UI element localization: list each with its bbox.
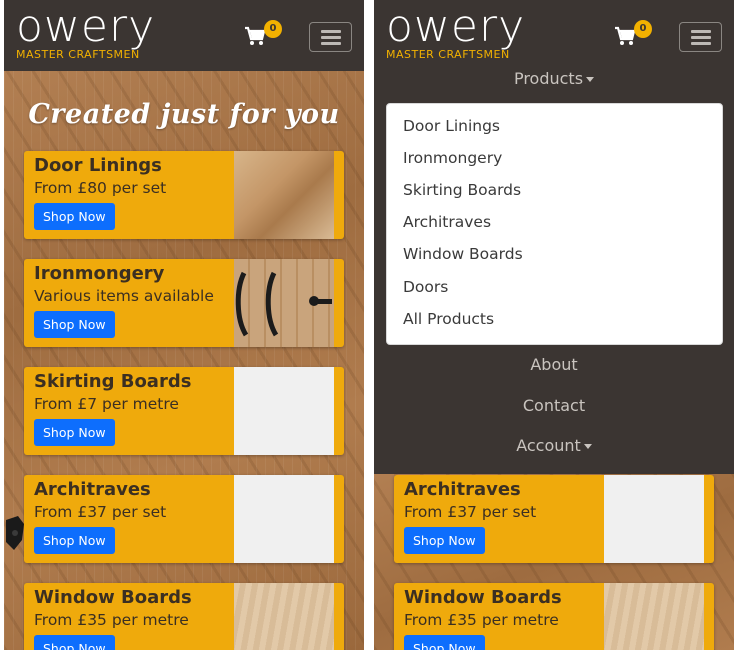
- shop-now-button[interactable]: Shop Now: [34, 527, 115, 554]
- card-subtitle: From £80 per set: [34, 179, 167, 197]
- hamburger-icon: [691, 30, 711, 33]
- product-card-architraves[interactable]: Architraves From £37 per set Shop Now: [24, 475, 344, 563]
- card-subtitle: From £37 per set: [404, 503, 537, 521]
- cart-icon[interactable]: [244, 26, 266, 46]
- architraves-image: [604, 475, 704, 563]
- nav-account-label: Account: [516, 436, 581, 455]
- cart-count-badge: 0: [264, 20, 282, 38]
- brand-name: owery: [386, 1, 526, 52]
- brand-name: owery: [16, 1, 156, 52]
- card-title: Window Boards: [34, 587, 192, 608]
- product-card-window-boards[interactable]: Window Boards From £35 per metre Shop No…: [394, 583, 714, 650]
- nav-contact-link[interactable]: Contact: [374, 396, 734, 415]
- door-linings-image: [234, 151, 334, 239]
- product-card-architraves[interactable]: Architraves From £37 per set Shop Now: [394, 475, 714, 563]
- ironmongery-image: [234, 259, 334, 347]
- cart-icon[interactable]: [614, 26, 636, 46]
- brand-logo[interactable]: owery MASTER CRAFTSMEN: [386, 1, 526, 62]
- nav-products-dropdown-toggle[interactable]: Products: [374, 69, 734, 88]
- mobile-home-view: owery MASTER CRAFTSMEN 0 Created just fo…: [4, 0, 364, 650]
- shop-now-button[interactable]: Shop Now: [34, 419, 115, 446]
- product-card-skirting-boards[interactable]: Skirting Boards From £7 per metre Shop N…: [24, 367, 344, 455]
- shop-now-button[interactable]: Shop Now: [404, 635, 485, 650]
- mobile-menu-open-view: owery MASTER CRAFTSMEN 0 Products Door L…: [374, 0, 734, 650]
- door-handle-image: [6, 516, 24, 550]
- brand-tagline: MASTER CRAFTSMEN: [386, 48, 510, 61]
- products-dropdown-menu: Door Linings Ironmongery Skirting Boards…: [386, 103, 723, 345]
- dropdown-item-doors[interactable]: Doors: [403, 278, 448, 296]
- window-boards-image: [234, 583, 334, 650]
- product-card-window-boards[interactable]: Window Boards From £35 per metre Shop No…: [24, 583, 344, 650]
- nav-products-label: Products: [513, 69, 584, 88]
- card-title: Door Linings: [34, 155, 162, 176]
- window-boards-image: [604, 583, 704, 650]
- brand-logo[interactable]: owery MASTER CRAFTSMEN: [16, 1, 156, 62]
- dropdown-item-ironmongery[interactable]: Ironmongery: [403, 149, 502, 167]
- hero-section: Created just for you Door Linings From £…: [4, 71, 364, 650]
- door-handles-icon: [235, 271, 332, 337]
- card-subtitle: From £7 per metre: [34, 395, 179, 413]
- dropdown-item-door-linings[interactable]: Door Linings: [403, 117, 500, 135]
- cart-count-badge: 0: [634, 20, 652, 38]
- card-title: Architraves: [404, 479, 521, 500]
- card-subtitle: From £37 per set: [34, 503, 167, 521]
- card-subtitle: From £35 per metre: [404, 611, 559, 629]
- card-title: Skirting Boards: [34, 371, 192, 392]
- card-subtitle: Various items available: [34, 287, 214, 305]
- card-title: Architraves: [34, 479, 151, 500]
- brand-tagline: MASTER CRAFTSMEN: [16, 48, 140, 61]
- dropdown-item-window-boards[interactable]: Window Boards: [403, 245, 523, 263]
- navbar: owery MASTER CRAFTSMEN 0: [374, 0, 734, 71]
- hero-title: Created just for you: [28, 99, 340, 130]
- architraves-image: [234, 475, 334, 563]
- dropdown-item-architraves[interactable]: Architraves: [403, 213, 491, 231]
- menu-toggle-button[interactable]: [679, 22, 722, 52]
- nav-account-dropdown-toggle[interactable]: Account: [374, 436, 734, 455]
- menu-toggle-button[interactable]: [309, 22, 352, 52]
- hamburger-icon: [321, 30, 341, 33]
- navbar: owery MASTER CRAFTSMEN 0: [4, 0, 364, 71]
- caret-down-icon: [586, 77, 595, 82]
- hero-section: Architraves From £37 per set Shop Now Wi…: [374, 474, 734, 650]
- product-card-door-linings[interactable]: Door Linings From £80 per set Shop Now: [24, 151, 344, 239]
- card-title: Window Boards: [404, 587, 562, 608]
- caret-down-icon: [583, 444, 592, 449]
- skirting-boards-image: [234, 367, 334, 455]
- shop-now-button[interactable]: Shop Now: [404, 527, 485, 554]
- shop-now-button[interactable]: Shop Now: [34, 203, 115, 230]
- shop-now-button[interactable]: Shop Now: [34, 635, 115, 650]
- product-card-ironmongery[interactable]: Ironmongery Various items available Shop…: [24, 259, 344, 347]
- card-title: Ironmongery: [34, 263, 165, 284]
- dropdown-item-skirting-boards[interactable]: Skirting Boards: [403, 181, 521, 199]
- dropdown-item-all-products[interactable]: All Products: [403, 310, 494, 328]
- card-subtitle: From £35 per metre: [34, 611, 189, 629]
- nav-about-link[interactable]: About: [374, 355, 734, 374]
- shop-now-button[interactable]: Shop Now: [34, 311, 115, 338]
